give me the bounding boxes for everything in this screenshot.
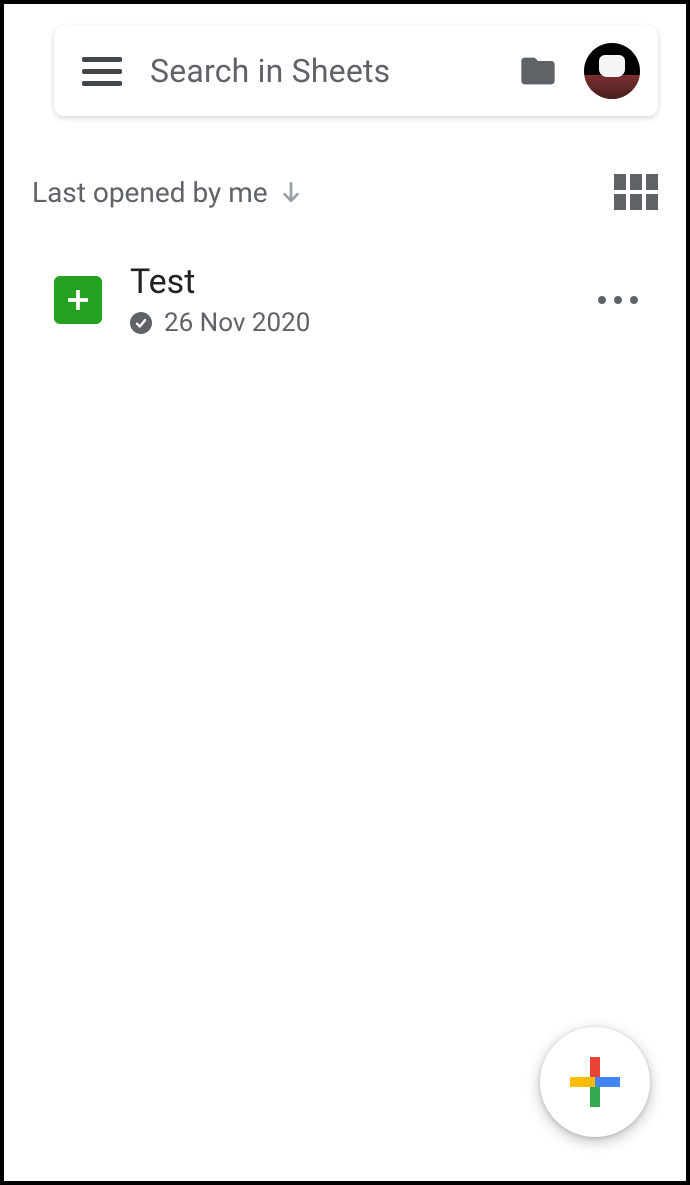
sort-label-text: Last opened by me	[32, 176, 268, 209]
file-date: 26 Nov 2020	[164, 308, 310, 338]
file-title: Test	[130, 262, 560, 302]
more-options-icon[interactable]	[588, 286, 648, 314]
sort-row: Last opened by me	[32, 162, 658, 222]
folder-icon[interactable]	[516, 51, 560, 91]
sort-dropdown[interactable]: Last opened by me	[32, 176, 304, 209]
search-bar: Search in Sheets	[54, 26, 658, 116]
arrow-down-icon	[278, 179, 304, 205]
file-meta: Test 26 Nov 2020	[130, 262, 560, 338]
sheets-file-icon	[54, 276, 102, 324]
grid-view-icon[interactable]	[614, 174, 658, 210]
file-row[interactable]: Test 26 Nov 2020	[54, 262, 648, 338]
account-avatar[interactable]	[584, 43, 640, 99]
plus-icon	[570, 1057, 620, 1107]
file-subtitle: 26 Nov 2020	[130, 308, 560, 338]
create-new-fab[interactable]	[540, 1027, 650, 1137]
offline-available-icon	[130, 312, 152, 334]
menu-icon[interactable]	[82, 49, 126, 93]
search-input[interactable]: Search in Sheets	[150, 52, 492, 90]
